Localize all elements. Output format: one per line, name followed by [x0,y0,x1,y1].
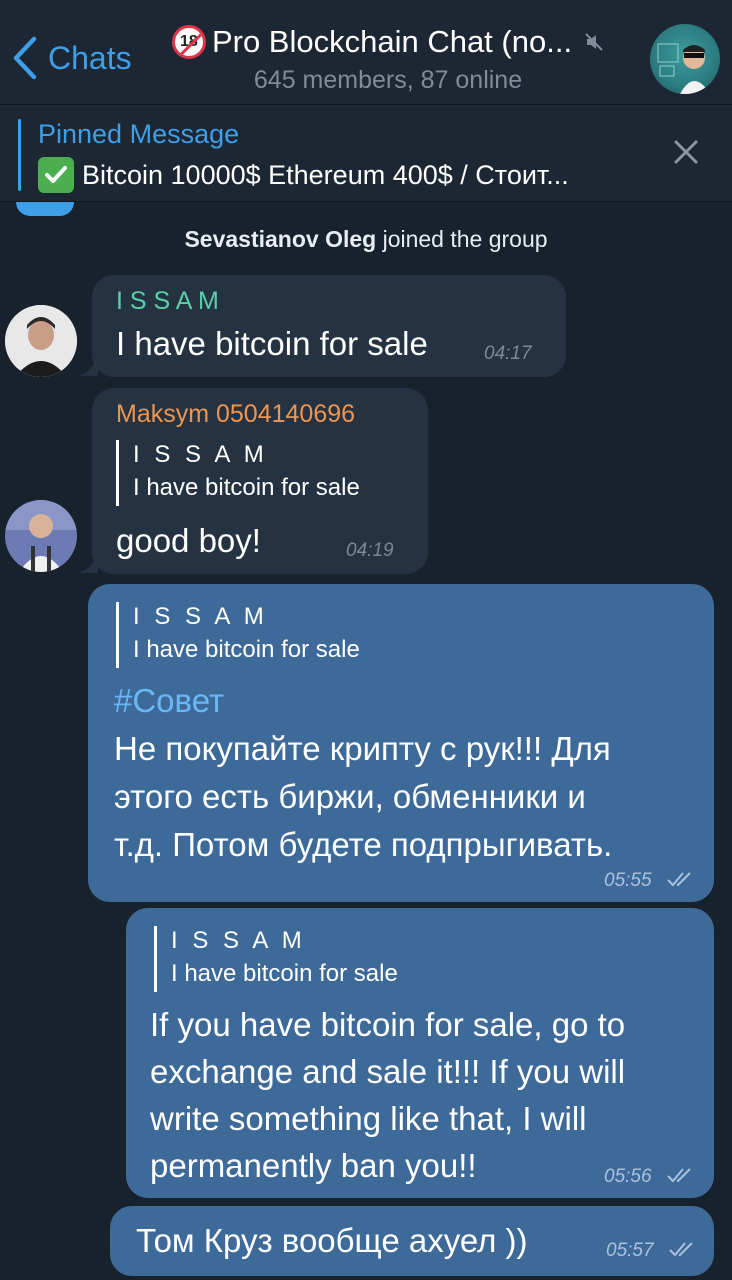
reply-text: I have bitcoin for sale [171,960,398,987]
service-message: Sevastianov Oleg joined the group [0,226,732,253]
back-button[interactable]: Chats [12,36,132,80]
avatar-image [657,43,710,94]
message-text: I have bitcoin for sale [116,325,428,362]
chat-header: Chats 18 Pro Blockchain Chat (no... 645 … [0,0,732,105]
sender-name: I S S A M [116,287,219,315]
message-text-line: write something like that, I will [150,1100,587,1137]
avatar-image [5,500,77,572]
reply-quote[interactable]: I S S A M I have bitcoin for sale [116,602,360,668]
chevron-left-icon [13,36,37,80]
double-check-icon [669,1242,693,1257]
sender-name: Maksym 0504140696 [116,400,356,428]
message-time: 05:55 [604,870,652,891]
message-text-line: If you have bitcoin for sale, go to [150,1006,626,1043]
message-text-line: permanently ban you!! [150,1147,477,1184]
message-time: 04:19 [346,540,394,561]
reply-sender: I S S A M [133,603,268,630]
message-text-line: Не покупайте крипту с рук!!! Для [114,730,611,767]
reply-sender: I S S A M [171,927,306,954]
reply-quote[interactable]: I S S A M I have bitcoin for sale [154,926,398,992]
reply-text: I have bitcoin for sale [133,474,360,501]
pinned-message-bar[interactable]: Pinned Message Bitcoin 10000$ Ethereum 4… [0,105,732,202]
message-time: 05:56 [604,1166,652,1187]
pinned-preview: Bitcoin 10000$ Ethereum 400$ / Стоит... [38,157,569,193]
message-time: 04:17 [484,343,532,364]
muted-icon [585,33,603,51]
message-bubble-outgoing[interactable]: I S S A M I have bitcoin for sale If you… [126,908,714,1198]
service-action: joined the group [376,226,548,252]
chat-avatar[interactable] [650,24,720,94]
close-pinned-icon[interactable] [668,134,704,170]
message-bubble[interactable]: Maksym 0504140696 I S S A M I have bitco… [92,388,428,574]
message-bubble-outgoing[interactable]: I S S A M I have bitcoin for sale #Совет… [88,584,714,902]
double-check-icon [667,872,691,887]
chat-subtitle: 645 members, 87 online [253,66,523,94]
message-text: Том Круз вообще ахуел )) [136,1222,528,1259]
chat-title: Pro Blockchain Chat (no... [211,24,573,59]
double-check-icon [667,1168,691,1183]
avatar-issam[interactable] [5,305,77,377]
message-text: good boy! [116,522,261,559]
chat-title-area[interactable]: 18 Pro Blockchain Chat (no... 645 member… [148,24,628,95]
message-text-line: этого есть биржи, обменники и [114,778,586,815]
message-text-line: т.д. Потом будете подпрыгивать. [114,826,613,863]
message-bubble-outgoing[interactable]: Том Круз вообще ахуел )) 05:57 [110,1206,714,1276]
message-text-line: exchange and sale it!!! If you will [150,1053,626,1090]
joined-user-name: Sevastianov Oleg [184,226,377,252]
message-bubble[interactable]: I S S A M I have bitcoin for sale 04:17 [92,275,566,377]
message-time: 05:57 [606,1240,654,1261]
reply-quote[interactable]: I S S A M I have bitcoin for sale [116,440,360,506]
pinned-text: Bitcoin 10000$ Ethereum 400$ / Стоит... [82,159,569,190]
previous-avatar-partial [16,202,74,216]
pinned-indicator [18,119,21,191]
back-label: Chats [48,39,132,76]
reply-sender: I S S A M [133,441,268,468]
check-mark-icon [38,157,74,193]
pinned-title: Pinned Message [38,119,240,149]
avatar-image [5,305,77,377]
avatar-maksym[interactable] [5,500,77,572]
reply-text: I have bitcoin for sale [133,636,360,663]
hashtag-link[interactable]: #Совет [114,678,224,723]
adult-content-icon: 18 [171,25,206,59]
